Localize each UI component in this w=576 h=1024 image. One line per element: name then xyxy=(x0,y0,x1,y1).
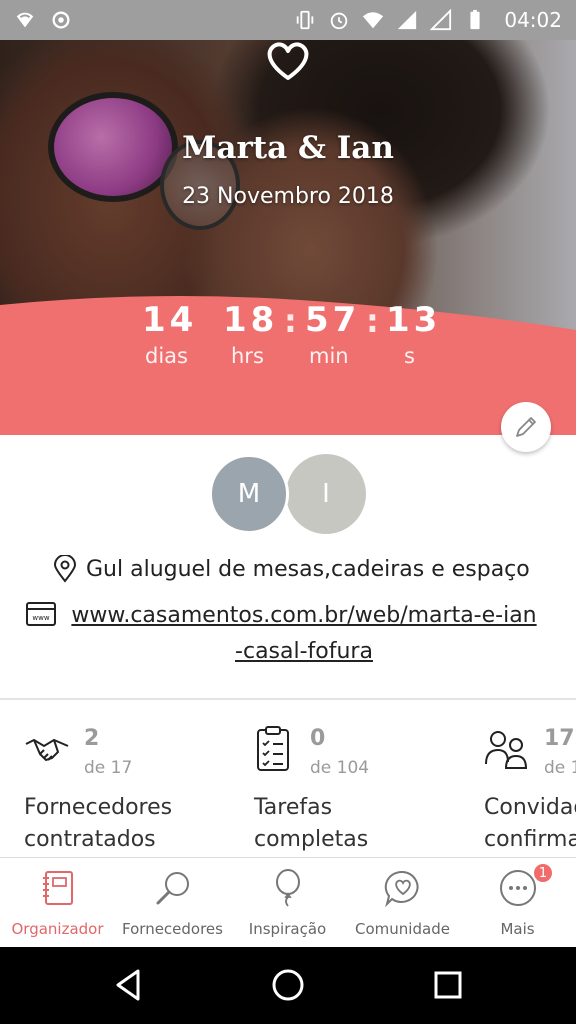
app-screen: 04:02 Marta & Ian 23 Novembro 2018 14 di… xyxy=(0,0,576,1024)
stat-total: de 1 xyxy=(544,758,576,778)
location-text: Gul aluguel de mesas,cadeiras e espaço xyxy=(86,556,530,582)
heart-icon xyxy=(267,42,309,80)
nav-inspiracao[interactable]: Inspiração xyxy=(230,858,345,948)
countdown: 14 dias 18 hrs : 57 min : 13 s xyxy=(0,300,576,395)
signal-icon xyxy=(398,10,417,30)
countdown-minutes-label: min xyxy=(309,344,349,368)
nav-label: Inspiração xyxy=(248,920,327,938)
nav-mais[interactable]: 1 Mais xyxy=(460,858,575,948)
status-bar: 04:02 xyxy=(0,0,576,40)
wedding-date: 23 Novembro 2018 xyxy=(182,184,394,209)
website-link-line1[interactable]: www.casamentos.com.br/web/marta-e-ian xyxy=(64,598,544,634)
shield-wifi-icon xyxy=(16,12,34,28)
stat-count: 0 xyxy=(310,726,326,751)
countdown-separator: : xyxy=(366,302,379,340)
countdown-seconds: 13 xyxy=(386,300,442,340)
chat-heart-icon xyxy=(384,870,419,908)
stat-count: 17 xyxy=(544,726,575,751)
system-nav-bar xyxy=(0,947,576,1024)
countdown-days-label: dias xyxy=(145,344,188,368)
svg-text:www: www xyxy=(32,614,49,622)
nav-comunidade[interactable]: Comunidade xyxy=(345,858,460,948)
stat-label: Convidados confirmados xyxy=(484,795,576,852)
countdown-hours-label: hrs xyxy=(231,344,264,368)
countdown-hours: 18 xyxy=(223,300,279,340)
nav-label: Fornecedores xyxy=(122,920,223,938)
countdown-days: 14 xyxy=(142,300,198,340)
bottom-nav: Organizador Fornecedores Inspiração Comu… xyxy=(0,857,576,947)
couple-name: Marta & Ian xyxy=(182,130,394,166)
browser-icon: www xyxy=(26,602,56,626)
countdown-minutes: 57 xyxy=(305,300,361,340)
nav-label: Comunidade xyxy=(355,920,450,938)
checklist-icon xyxy=(257,726,289,771)
nav-fornecedores[interactable]: Fornecedores xyxy=(115,858,230,948)
notification-badge: 1 xyxy=(532,862,554,884)
nav-label: Organizador xyxy=(11,920,104,938)
magnifier-icon xyxy=(156,872,189,905)
stat-total: de 104 xyxy=(310,758,370,778)
notification-icon xyxy=(52,11,70,29)
avatar-i[interactable]: I xyxy=(286,454,366,534)
website-link[interactable]: www.casamentos.com.br/web/marta-e-ian -c… xyxy=(64,598,544,670)
battery-icon xyxy=(470,9,480,30)
stat-total: de 17 xyxy=(84,758,133,778)
stat-count: 2 xyxy=(84,726,100,751)
guests-icon xyxy=(485,731,528,769)
alarm-icon xyxy=(331,12,348,30)
recents-icon[interactable] xyxy=(428,965,468,1005)
countdown-seconds-label: s xyxy=(404,344,415,368)
wifi-icon xyxy=(363,12,384,29)
handshake-icon xyxy=(25,738,69,762)
home-icon[interactable] xyxy=(268,965,308,1005)
pencil-icon xyxy=(516,417,536,437)
location-pin-icon xyxy=(53,555,77,583)
stat-label: Tarefas completas xyxy=(254,795,369,852)
notebook-icon xyxy=(43,871,73,905)
divider xyxy=(0,698,576,700)
location-row: Gul aluguel de mesas,cadeiras e espaço xyxy=(52,555,530,583)
countdown-separator: : xyxy=(284,302,297,340)
status-time: 04:02 xyxy=(504,8,562,32)
edit-button[interactable] xyxy=(501,402,551,452)
website-link-line2[interactable]: -casal-fofura xyxy=(64,634,544,670)
nav-organizador[interactable]: Organizador xyxy=(0,858,115,948)
avatar-m[interactable]: M xyxy=(209,454,289,534)
back-icon[interactable] xyxy=(108,965,148,1005)
vibrate-icon xyxy=(297,10,314,30)
balloon-icon xyxy=(276,869,300,907)
signal-empty-icon xyxy=(430,9,452,31)
nav-label: Mais xyxy=(500,920,535,938)
stat-label: Fornecedores contratados xyxy=(24,795,173,852)
